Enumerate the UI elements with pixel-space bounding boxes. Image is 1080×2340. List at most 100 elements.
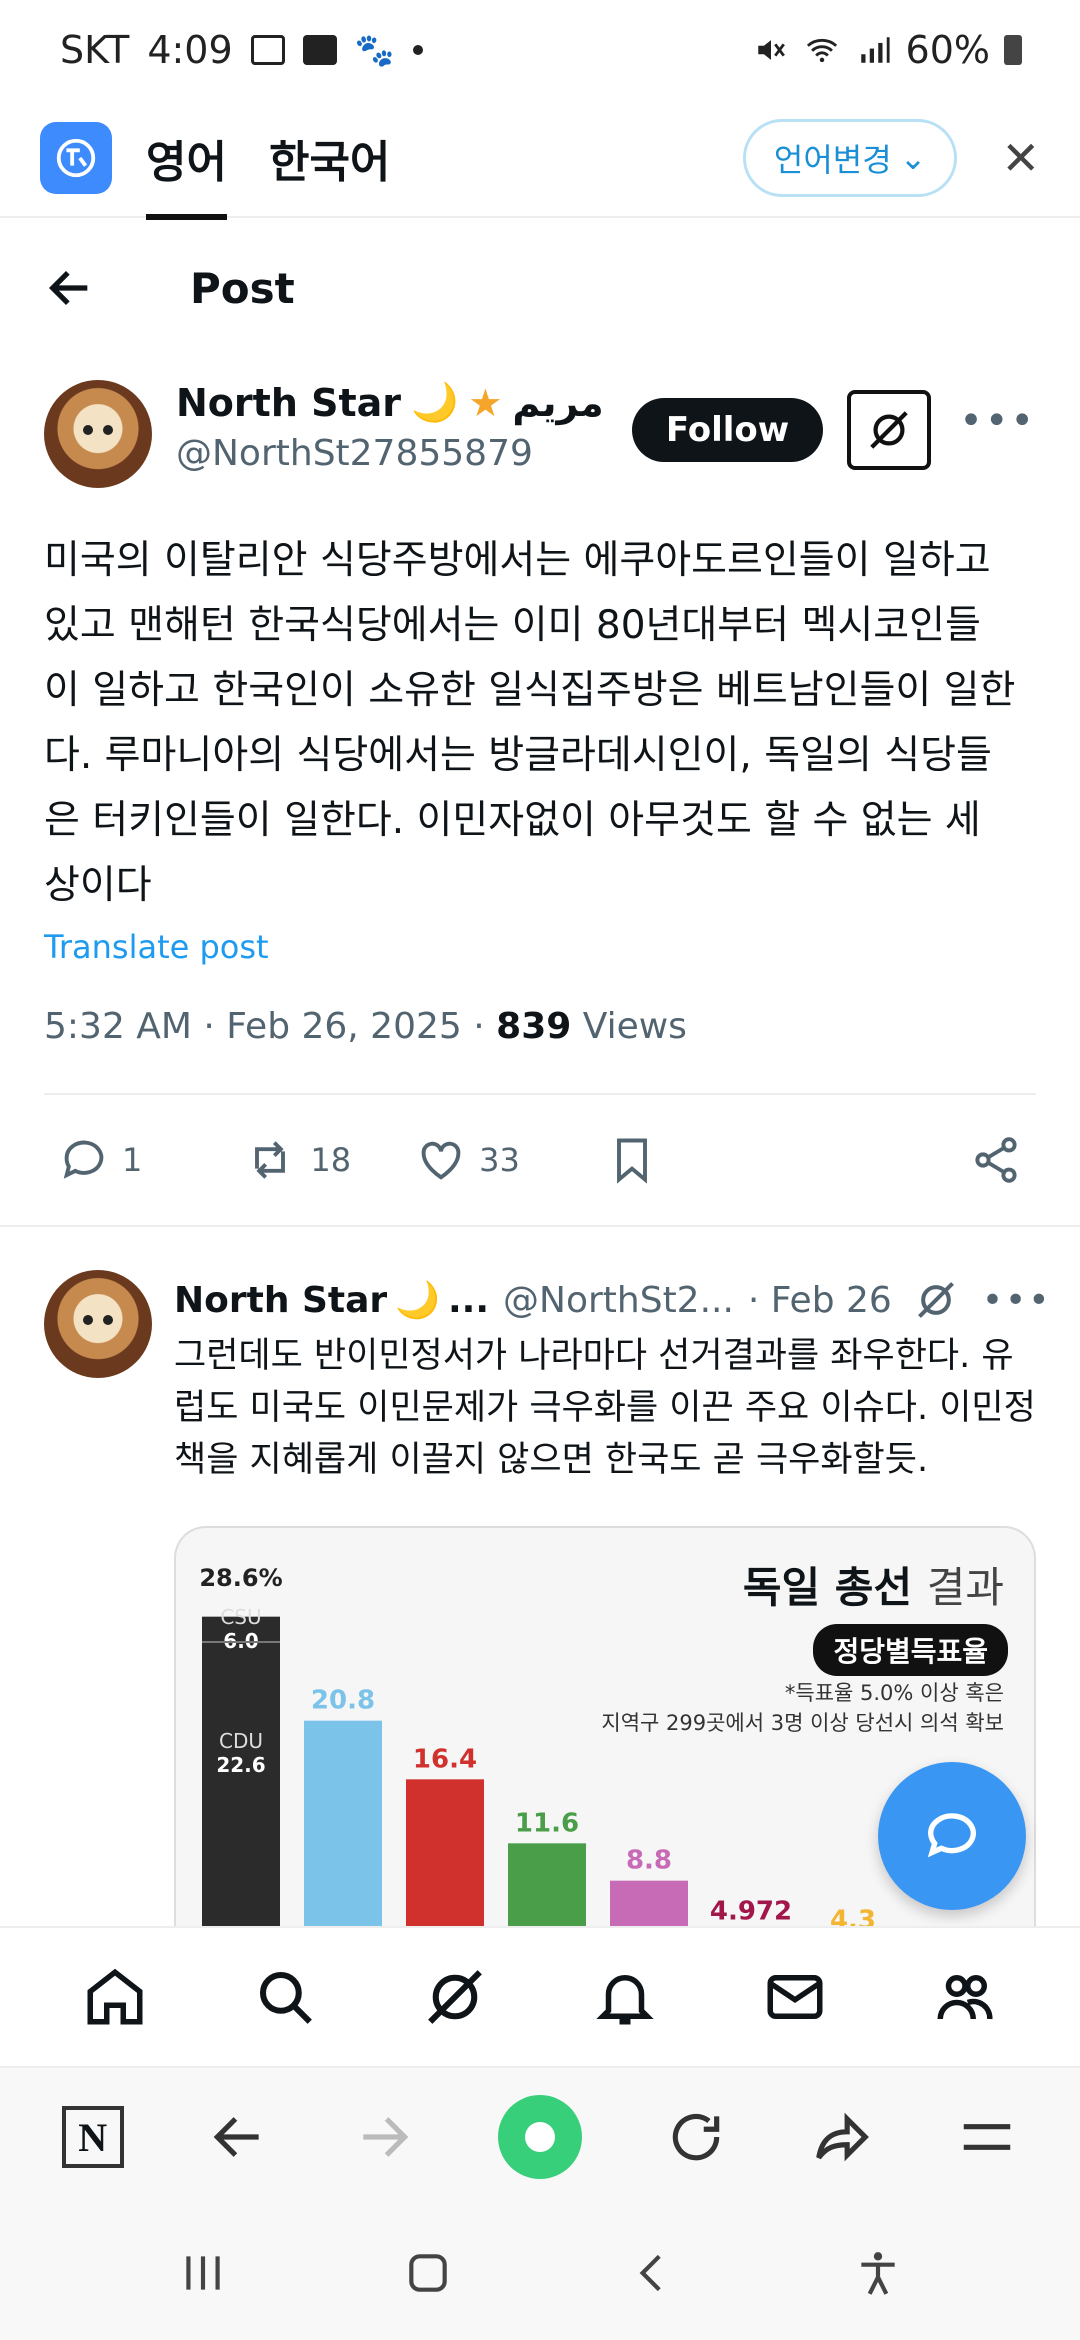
compose-reply-button[interactable] <box>878 1762 1026 1910</box>
reply-icon <box>63 1140 104 1179</box>
accessibility-icon[interactable] <box>853 2248 903 2298</box>
grok-icon[interactable] <box>914 1278 958 1322</box>
chart-value-label: 20.8 <box>311 1686 375 1716</box>
chevron-down-icon: ⌄ <box>899 139 927 177</box>
tab-target-language[interactable]: 한국어 <box>269 116 390 200</box>
chart-stack-name: CSU <box>220 1605 261 1629</box>
heart-icon <box>421 1141 461 1180</box>
more-options-icon[interactable]: ••• <box>982 1280 1052 1321</box>
communities-icon[interactable] <box>932 1964 998 2030</box>
post-meta: 5:32 AM · Feb 26, 2025 · 839 Views <box>0 1006 1080 1047</box>
chart-top-label: 28.6% <box>199 1564 282 1592</box>
repost-button[interactable]: 18 <box>242 1134 351 1186</box>
follow-button[interactable]: Follow <box>631 398 824 462</box>
like-count: 33 <box>479 1141 520 1179</box>
close-icon[interactable]: ✕ <box>1001 131 1040 185</box>
chart-value-label: 4.3 <box>830 1906 876 1926</box>
chart-note: *득표율 5.0% 이상 혹은 지역구 299곳에서 3명 이상 당선시 의석 … <box>601 1678 1004 1738</box>
translate-post-link[interactable]: Translate post <box>0 928 1080 966</box>
translator-logo-icon <box>40 122 112 194</box>
battery-level: 60% <box>905 28 990 72</box>
chart-note-line-2: 지역구 299곳에서 3명 이상 당선시 의석 확보 <box>601 1711 1004 1735</box>
page-title: Post <box>190 263 295 313</box>
home-button-icon[interactable] <box>403 2248 453 2298</box>
views-count: 839 <box>496 1006 572 1047</box>
bookmark-icon[interactable] <box>606 1134 658 1186</box>
chart-stack-value: 22.6 <box>216 1753 265 1777</box>
chart-value-label: 8.8 <box>626 1846 672 1876</box>
refresh-icon[interactable] <box>665 2106 727 2168</box>
views-label: Views <box>582 1006 687 1047</box>
translate-bar: 영어 한국어 언어변경 ⌄ ✕ <box>0 100 1080 220</box>
reply-count: 1 <box>122 1141 143 1179</box>
bottom-tab-bar <box>0 1926 1080 2066</box>
app-notification-icon <box>302 35 337 65</box>
notifications-icon[interactable] <box>592 1964 658 2030</box>
messages-icon[interactable] <box>762 1964 828 2030</box>
share-icon[interactable] <box>970 1134 1022 1186</box>
main-post: North Star 🌙 ★ مريم @NorthSt27855879 Fol… <box>0 380 1080 1227</box>
browser-toolbar: N <box>0 2066 1080 2206</box>
battery-icon <box>1004 35 1022 65</box>
post-header: Post <box>0 228 1080 348</box>
forward-icon <box>362 2117 408 2157</box>
chart-title-bold: 독일 총선 <box>742 1563 913 1612</box>
mute-icon <box>757 40 785 60</box>
wifi-icon <box>806 38 837 63</box>
gallery-icon <box>250 35 285 65</box>
star-icon: ★ <box>468 380 503 425</box>
share-arrow-icon[interactable] <box>811 2106 873 2168</box>
naver-app-icon[interactable]: N <box>61 2106 124 2168</box>
change-language-button[interactable]: 언어변경 ⌄ <box>742 119 958 197</box>
chart-subtitle-badge: 정당별득표율 <box>813 1624 1008 1676</box>
post-body: 미국의 이탈리안 식당주방에서는 에쿠아도르인들이 일하고 있고 맨해턴 한국식… <box>44 538 1016 908</box>
reply-body: 그런데도 반이민정서가 나라마다 선거결과를 좌우한다. 유럽도 미국도 이민문… <box>174 1336 1036 1480</box>
author-name-suffix: مريم <box>512 380 604 425</box>
chart-bar <box>304 1720 382 1926</box>
dot-icon <box>412 45 423 55</box>
clock: 4:09 <box>147 28 233 72</box>
recent-apps-icon[interactable] <box>178 2248 228 2298</box>
author-handle[interactable]: @NorthSt27855879 <box>176 433 604 474</box>
like-button[interactable]: 33 <box>415 1134 520 1186</box>
menu-icon[interactable] <box>956 2106 1018 2168</box>
grok-tab-icon[interactable] <box>422 1964 488 2030</box>
more-options-icon[interactable]: ••• <box>959 398 1036 444</box>
search-icon[interactable] <box>252 1964 318 2030</box>
chat-bubble-icon <box>927 1813 976 1858</box>
status-bar: SKT 4:09 🐾 60% <box>0 0 1080 100</box>
reply-name-ellipsis: ... <box>448 1279 490 1321</box>
chart-value-label: 16.4 <box>413 1744 477 1774</box>
post-actions: 1 18 33 <box>0 1095 1080 1225</box>
grok-icon[interactable] <box>847 390 932 470</box>
chart-bar <box>406 1779 484 1926</box>
reply-handle[interactable]: @NorthSt2... <box>503 1280 734 1321</box>
moon-icon: 🌙 <box>395 1280 440 1321</box>
system-nav-bar <box>0 2206 1080 2340</box>
author-name[interactable]: North Star <box>176 381 401 425</box>
signal-icon <box>860 37 890 63</box>
chart-bar <box>610 1880 688 1926</box>
reply-date: · Feb 26 <box>747 1279 892 1321</box>
change-language-label: 언어변경 <box>773 141 892 179</box>
reply-button[interactable]: 1 <box>58 1134 142 1186</box>
chart-note-line-1: *득표율 5.0% 이상 혹은 <box>784 1681 1004 1705</box>
paw-icon: 🐾 <box>354 31 395 69</box>
avatar[interactable] <box>44 380 152 488</box>
post-timestamp: 5:32 AM · Feb 26, 2025 · <box>44 1006 485 1047</box>
chart-value-label: 11.6 <box>515 1808 579 1838</box>
home-icon[interactable] <box>82 1964 148 2030</box>
system-back-icon[interactable] <box>628 2248 678 2298</box>
back-icon[interactable] <box>207 2106 269 2168</box>
back-arrow-icon[interactable] <box>44 262 96 314</box>
chart-stack-name: CDU <box>219 1729 263 1753</box>
carrier: SKT <box>60 28 130 72</box>
repost-count: 18 <box>310 1141 352 1179</box>
reply-post[interactable]: North Star 🌙 ... @NorthSt2... · Feb 26 •… <box>0 1270 1080 1486</box>
moon-icon: 🌙 <box>411 380 459 424</box>
reply-avatar[interactable] <box>44 1270 152 1378</box>
tab-source-language[interactable]: 영어 <box>146 116 227 220</box>
chart-title-light: 결과 <box>926 1563 1004 1612</box>
reply-author-name[interactable]: North Star <box>174 1280 387 1321</box>
green-dot-button[interactable] <box>497 2095 582 2179</box>
